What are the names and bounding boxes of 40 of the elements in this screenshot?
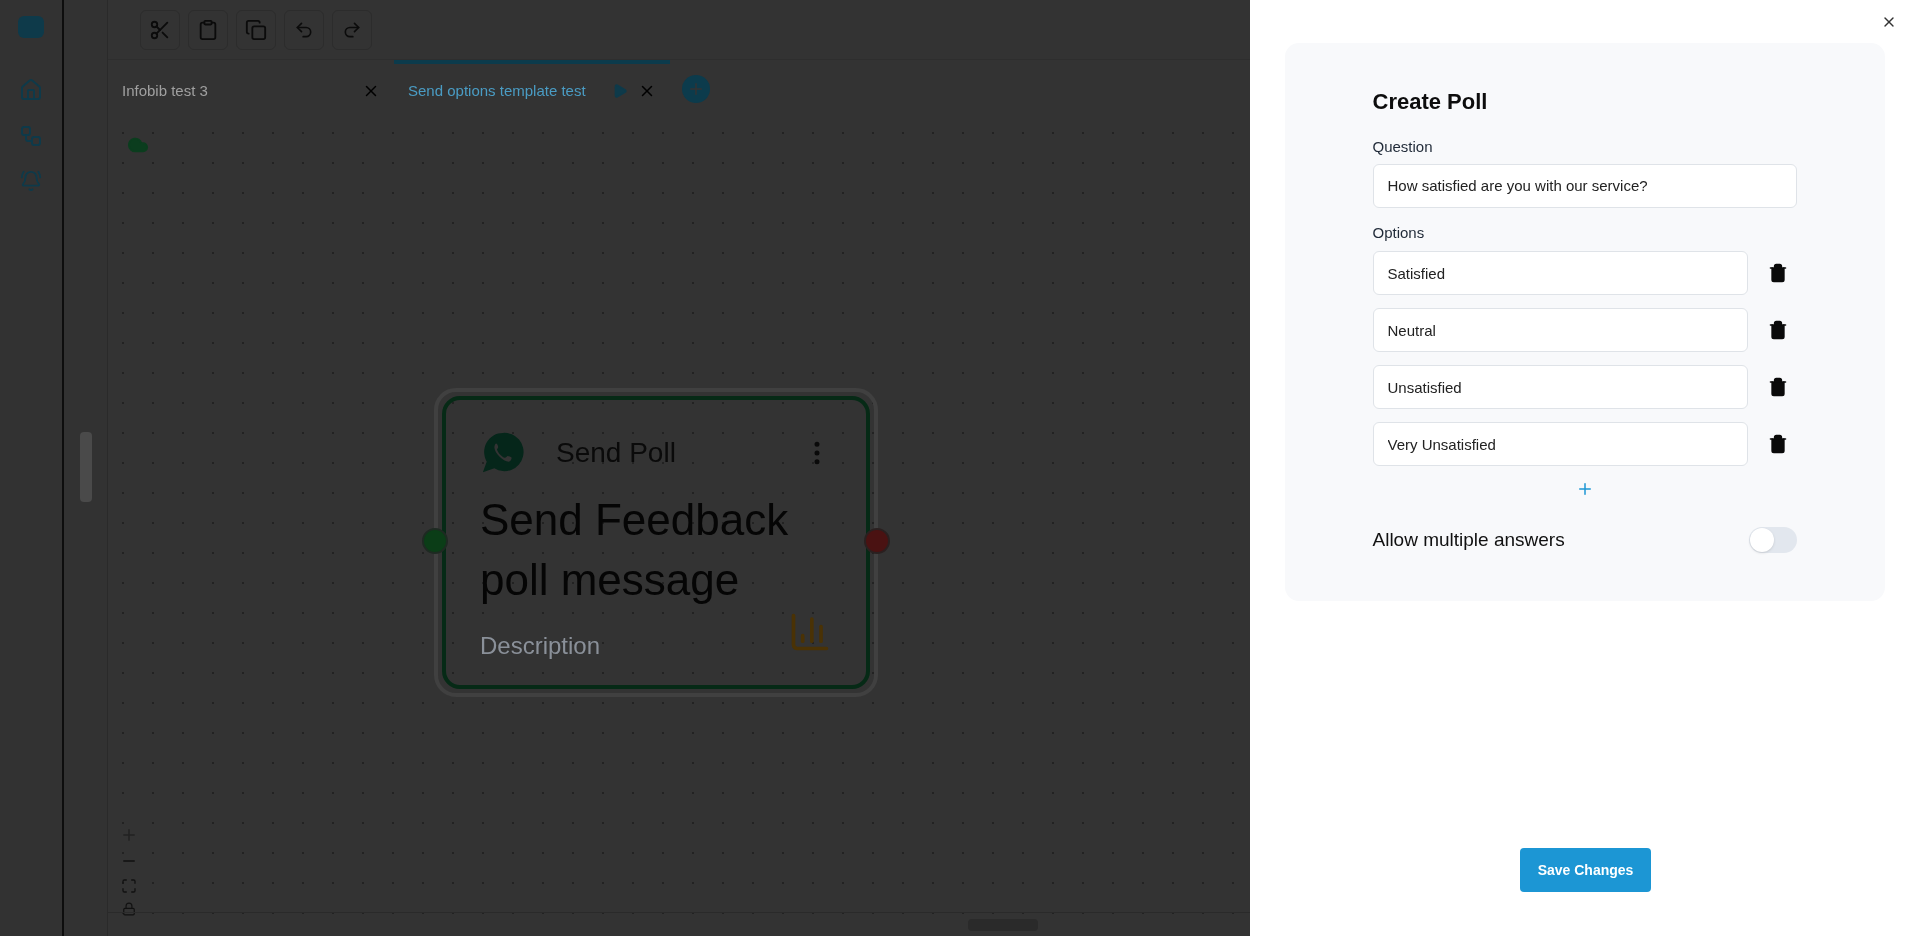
redo-button[interactable] — [332, 9, 372, 50]
field-label: Question — [1372, 137, 1434, 157]
lock-icon[interactable] — [122, 902, 136, 916]
play-icon[interactable] — [612, 83, 628, 99]
fit-view-icon[interactable] — [121, 878, 137, 894]
tab[interactable]: Infobib test 3 — [108, 60, 394, 118]
output-port[interactable] — [864, 528, 890, 554]
paste-button[interactable] — [188, 9, 228, 50]
option-field[interactable]: Neutral — [1372, 308, 1748, 352]
home-icon[interactable] — [19, 78, 43, 102]
logo-icon — [18, 16, 44, 38]
card-title: Create Poll — [1372, 88, 1489, 116]
field-label: Options — [1372, 222, 1426, 243]
toggle-label: Allow multiple answers — [1372, 528, 1565, 552]
flow-icon[interactable] — [19, 124, 43, 148]
option-field[interactable]: Very Unsatisfied — [1372, 422, 1748, 466]
node-description: Description — [480, 631, 601, 661]
redo-icon — [342, 19, 362, 40]
delete-icon[interactable] — [1767, 377, 1788, 397]
question-field[interactable]: How satisfied are you with our service? — [1372, 163, 1797, 208]
tab-label: Send options template test — [408, 80, 587, 101]
tab-label: Infobib test 3 — [122, 80, 209, 101]
scissors-icon — [149, 18, 171, 41]
cut-button[interactable] — [140, 9, 180, 50]
undo-button[interactable] — [284, 9, 324, 50]
clipboard-icon — [197, 18, 219, 41]
input-port[interactable] — [422, 528, 448, 554]
scrollbar-thumb[interactable] — [79, 432, 92, 502]
add-tab-button[interactable] — [682, 75, 710, 103]
option-field[interactable]: Unsatisfied — [1372, 365, 1748, 409]
undo-icon — [294, 19, 314, 40]
plus-icon — [687, 80, 705, 98]
delete-icon[interactable] — [1767, 434, 1788, 454]
option-field[interactable]: Satisfied — [1372, 251, 1748, 295]
copy-icon — [245, 18, 267, 41]
copy-button[interactable] — [236, 9, 276, 50]
toggle-switch[interactable] — [1748, 527, 1797, 554]
bell-icon[interactable] — [20, 170, 42, 192]
delete-icon[interactable] — [1767, 263, 1788, 283]
delete-icon[interactable] — [1767, 320, 1788, 340]
